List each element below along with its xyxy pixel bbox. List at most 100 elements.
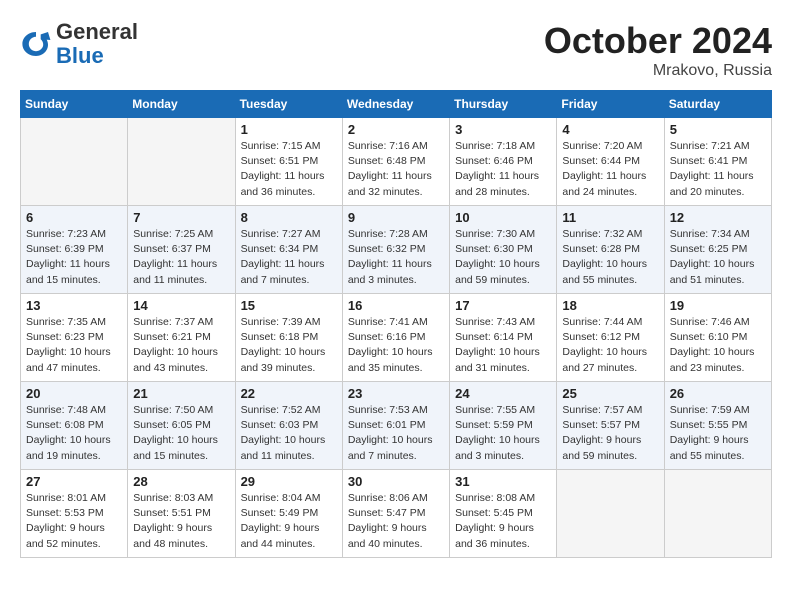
day-info: Sunrise: 7:46 AM Sunset: 6:10 PM Dayligh… [670, 315, 766, 376]
day-info: Sunrise: 7:30 AM Sunset: 6:30 PM Dayligh… [455, 227, 551, 288]
calendar-cell: 8 Sunrise: 7:27 AM Sunset: 6:34 PM Daylig… [235, 206, 342, 294]
day-number: 8 [241, 210, 337, 225]
calendar-cell: 26Sunrise: 7:59 AM Sunset: 5:55 PM Dayli… [664, 382, 771, 470]
calendar-week-row: 1 Sunrise: 7:15 AM Sunset: 6:51 PM Daylig… [21, 118, 772, 206]
calendar-cell: 3 Sunrise: 7:18 AM Sunset: 6:46 PM Daylig… [450, 118, 557, 206]
day-info: Sunrise: 7:32 AM Sunset: 6:28 PM Dayligh… [562, 227, 658, 288]
logo-icon [20, 28, 52, 60]
day-info: Sunrise: 7:16 AM Sunset: 6:48 PM Dayligh… [348, 139, 444, 200]
day-number: 2 [348, 122, 444, 137]
calendar-body: 1 Sunrise: 7:15 AM Sunset: 6:51 PM Daylig… [21, 118, 772, 558]
day-number: 4 [562, 122, 658, 137]
calendar-cell: 16Sunrise: 7:41 AM Sunset: 6:16 PM Dayli… [342, 294, 449, 382]
day-of-week-header: Friday [557, 91, 664, 118]
day-number: 15 [241, 298, 337, 313]
day-info: Sunrise: 8:06 AM Sunset: 5:47 PM Dayligh… [348, 491, 444, 552]
day-of-week-header: Sunday [21, 91, 128, 118]
day-number: 28 [133, 474, 229, 489]
day-number: 17 [455, 298, 551, 313]
day-info: Sunrise: 7:15 AM Sunset: 6:51 PM Dayligh… [241, 139, 337, 200]
day-info: Sunrise: 7:52 AM Sunset: 6:03 PM Dayligh… [241, 403, 337, 464]
day-number: 13 [26, 298, 122, 313]
day-number: 5 [670, 122, 766, 137]
logo-text: General Blue [56, 20, 138, 68]
logo-general-text: General [56, 20, 138, 44]
calendar-cell: 31Sunrise: 8:08 AM Sunset: 5:45 PM Dayli… [450, 470, 557, 558]
day-number: 10 [455, 210, 551, 225]
day-info: Sunrise: 7:35 AM Sunset: 6:23 PM Dayligh… [26, 315, 122, 376]
calendar-cell: 14Sunrise: 7:37 AM Sunset: 6:21 PM Dayli… [128, 294, 235, 382]
calendar-cell: 11 Sunrise: 7:32 AM Sunset: 6:28 PM Dayli… [557, 206, 664, 294]
day-info: Sunrise: 7:18 AM Sunset: 6:46 PM Dayligh… [455, 139, 551, 200]
day-number: 7 [133, 210, 229, 225]
location: Mrakovo, Russia [544, 62, 772, 80]
day-of-week-header: Monday [128, 91, 235, 118]
day-info: Sunrise: 7:57 AM Sunset: 5:57 PM Dayligh… [562, 403, 658, 464]
day-info: Sunrise: 7:55 AM Sunset: 5:59 PM Dayligh… [455, 403, 551, 464]
days-of-week-row: SundayMondayTuesdayWednesdayThursdayFrid… [21, 91, 772, 118]
day-info: Sunrise: 8:08 AM Sunset: 5:45 PM Dayligh… [455, 491, 551, 552]
day-of-week-header: Thursday [450, 91, 557, 118]
calendar-cell: 18Sunrise: 7:44 AM Sunset: 6:12 PM Dayli… [557, 294, 664, 382]
calendar-cell: 1 Sunrise: 7:15 AM Sunset: 6:51 PM Daylig… [235, 118, 342, 206]
calendar-week-row: 6 Sunrise: 7:23 AM Sunset: 6:39 PM Daylig… [21, 206, 772, 294]
day-number: 30 [348, 474, 444, 489]
day-info: Sunrise: 7:59 AM Sunset: 5:55 PM Dayligh… [670, 403, 766, 464]
day-number: 23 [348, 386, 444, 401]
day-info: Sunrise: 7:43 AM Sunset: 6:14 PM Dayligh… [455, 315, 551, 376]
calendar-cell: 5Sunrise: 7:21 AM Sunset: 6:41 PM Daylig… [664, 118, 771, 206]
day-number: 27 [26, 474, 122, 489]
day-number: 22 [241, 386, 337, 401]
day-info: Sunrise: 7:34 AM Sunset: 6:25 PM Dayligh… [670, 227, 766, 288]
day-of-week-header: Saturday [664, 91, 771, 118]
calendar-header: SundayMondayTuesdayWednesdayThursdayFrid… [21, 91, 772, 118]
day-info: Sunrise: 7:25 AM Sunset: 6:37 PM Dayligh… [133, 227, 229, 288]
day-info: Sunrise: 8:04 AM Sunset: 5:49 PM Dayligh… [241, 491, 337, 552]
calendar-cell: 15 Sunrise: 7:39 AM Sunset: 6:18 PM Dayli… [235, 294, 342, 382]
calendar-week-row: 27Sunrise: 8:01 AM Sunset: 5:53 PM Dayli… [21, 470, 772, 558]
day-number: 21 [133, 386, 229, 401]
day-number: 9 [348, 210, 444, 225]
day-info: Sunrise: 7:27 AM Sunset: 6:34 PM Dayligh… [241, 227, 337, 288]
logo: General Blue [20, 20, 138, 68]
calendar-cell: 27Sunrise: 8:01 AM Sunset: 5:53 PM Dayli… [21, 470, 128, 558]
day-info: Sunrise: 8:03 AM Sunset: 5:51 PM Dayligh… [133, 491, 229, 552]
day-number: 25 [562, 386, 658, 401]
day-number: 16 [348, 298, 444, 313]
calendar-cell: 25 Sunrise: 7:57 AM Sunset: 5:57 PM Dayli… [557, 382, 664, 470]
day-number: 12 [670, 210, 766, 225]
day-of-week-header: Tuesday [235, 91, 342, 118]
calendar-cell: 23Sunrise: 7:53 AM Sunset: 6:01 PM Dayli… [342, 382, 449, 470]
calendar-cell: 22 Sunrise: 7:52 AM Sunset: 6:03 PM Dayli… [235, 382, 342, 470]
day-info: Sunrise: 7:37 AM Sunset: 6:21 PM Dayligh… [133, 315, 229, 376]
calendar-week-row: 13 Sunrise: 7:35 AM Sunset: 6:23 PM Dayli… [21, 294, 772, 382]
day-info: Sunrise: 7:28 AM Sunset: 6:32 PM Dayligh… [348, 227, 444, 288]
day-info: Sunrise: 7:23 AM Sunset: 6:39 PM Dayligh… [26, 227, 122, 288]
day-of-week-header: Wednesday [342, 91, 449, 118]
logo-blue-text: Blue [56, 44, 138, 68]
day-info: Sunrise: 7:39 AM Sunset: 6:18 PM Dayligh… [241, 315, 337, 376]
calendar-cell: 13 Sunrise: 7:35 AM Sunset: 6:23 PM Dayli… [21, 294, 128, 382]
month-title: October 2024 [544, 20, 772, 62]
calendar-week-row: 20 Sunrise: 7:48 AM Sunset: 6:08 PM Dayli… [21, 382, 772, 470]
calendar-cell: 19 Sunrise: 7:46 AM Sunset: 6:10 PM Dayli… [664, 294, 771, 382]
calendar-cell: 9 Sunrise: 7:28 AM Sunset: 6:32 PM Daylig… [342, 206, 449, 294]
day-number: 1 [241, 122, 337, 137]
calendar-cell: 2 Sunrise: 7:16 AM Sunset: 6:48 PM Daylig… [342, 118, 449, 206]
calendar-cell: 20 Sunrise: 7:48 AM Sunset: 6:08 PM Dayli… [21, 382, 128, 470]
calendar-cell: 28 Sunrise: 8:03 AM Sunset: 5:51 PM Dayli… [128, 470, 235, 558]
day-number: 19 [670, 298, 766, 313]
calendar-cell: 29Sunrise: 8:04 AM Sunset: 5:49 PM Dayli… [235, 470, 342, 558]
day-number: 24 [455, 386, 551, 401]
day-info: Sunrise: 7:48 AM Sunset: 6:08 PM Dayligh… [26, 403, 122, 464]
day-number: 20 [26, 386, 122, 401]
calendar-cell: 7 Sunrise: 7:25 AM Sunset: 6:37 PM Daylig… [128, 206, 235, 294]
day-number: 6 [26, 210, 122, 225]
day-info: Sunrise: 7:50 AM Sunset: 6:05 PM Dayligh… [133, 403, 229, 464]
day-info: Sunrise: 7:44 AM Sunset: 6:12 PM Dayligh… [562, 315, 658, 376]
calendar-cell: 30 Sunrise: 8:06 AM Sunset: 5:47 PM Dayli… [342, 470, 449, 558]
title-block: October 2024 Mrakovo, Russia [544, 20, 772, 80]
day-number: 11 [562, 210, 658, 225]
day-number: 3 [455, 122, 551, 137]
calendar-cell [128, 118, 235, 206]
